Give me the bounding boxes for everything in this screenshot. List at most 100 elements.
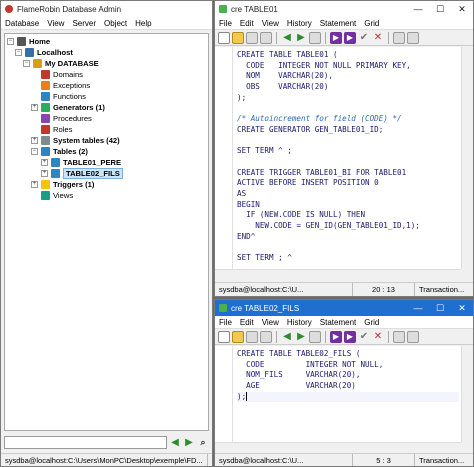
expand-icon[interactable]: + [31, 181, 38, 188]
history-icon[interactable] [309, 330, 321, 343]
new-file-icon[interactable] [218, 31, 230, 44]
code-line: AGE VARCHAR(20) [237, 381, 356, 391]
menu-edit[interactable]: Edit [240, 318, 254, 327]
collapse-icon[interactable]: − [7, 38, 14, 45]
tree-search-input[interactable] [4, 436, 167, 449]
grid-icon[interactable] [393, 330, 405, 343]
tree-table02-fils[interactable]: + TABLE02_FILS [41, 168, 123, 179]
menu-object[interactable]: Object [104, 19, 127, 28]
code-line: SET TERM ^ ; [237, 146, 292, 156]
execute-selection-icon[interactable]: ▶ [344, 330, 356, 343]
tree-exceptions[interactable]: Exceptions [41, 80, 90, 91]
tree-database[interactable]: − My DATABASE [23, 58, 99, 69]
collapse-icon[interactable]: − [15, 49, 22, 56]
expand-icon[interactable]: + [31, 137, 38, 144]
history-back-icon[interactable]: ◀ [281, 331, 293, 343]
tree-tables[interactable]: − Tables (2) [31, 146, 88, 157]
menu-statement[interactable]: Statement [320, 318, 356, 327]
collapse-icon[interactable]: − [23, 60, 30, 67]
save-icon[interactable] [246, 330, 258, 343]
maximize-icon[interactable]: ☐ [429, 1, 451, 17]
menu-grid[interactable]: Grid [364, 318, 379, 327]
commit-icon[interactable]: ✔ [358, 32, 370, 44]
menu-file[interactable]: File [219, 318, 232, 327]
minimize-icon[interactable]: — [407, 300, 429, 316]
history-forward-icon[interactable]: ▶ [295, 32, 307, 44]
history-forward-icon[interactable]: ▶ [295, 331, 307, 343]
maximize-icon[interactable]: ☐ [429, 300, 451, 316]
exceptions-icon [41, 81, 50, 90]
minimize-icon[interactable]: — [407, 1, 429, 17]
expand-icon[interactable]: + [41, 170, 48, 177]
save-icon[interactable] [246, 31, 258, 44]
tree-functions[interactable]: Functions [41, 91, 86, 102]
code-line: CREATE TABLE TABLE01 ( [237, 50, 338, 59]
open-folder-icon[interactable] [232, 330, 244, 343]
tree-procedures[interactable]: Procedures [41, 113, 92, 124]
tree-home[interactable]: − Home [7, 36, 50, 47]
tree-system-tables[interactable]: + System tables (42) [31, 135, 120, 146]
sql-editor-icon [219, 5, 227, 13]
code-line: END^ [237, 231, 256, 241]
menu-help[interactable]: Help [135, 19, 151, 28]
expand-icon[interactable]: + [41, 159, 48, 166]
close-icon[interactable]: ✕ [451, 300, 473, 316]
close-icon[interactable]: ✕ [451, 1, 473, 17]
menu-view[interactable]: View [262, 318, 279, 327]
triggers-icon [41, 180, 50, 189]
commit-icon[interactable]: ✔ [358, 331, 370, 343]
tree-table01-pere[interactable]: + TABLE01_PERE [41, 157, 121, 168]
open-folder-icon[interactable] [232, 31, 244, 44]
export-icon[interactable] [407, 31, 419, 44]
menu-server[interactable]: Server [72, 19, 96, 28]
history-back-icon[interactable]: ◀ [281, 32, 293, 44]
new-file-icon[interactable] [218, 330, 230, 343]
editor2-vertical-scrollbar[interactable] [461, 346, 473, 442]
editor2-horizontal-scrollbar[interactable] [215, 442, 461, 453]
menu-edit[interactable]: Edit [240, 19, 254, 28]
menu-statement[interactable]: Statement [320, 19, 356, 28]
roles-icon [41, 125, 50, 134]
table-icon [41, 136, 50, 145]
expand-icon[interactable]: + [31, 104, 38, 111]
menu-view[interactable]: View [262, 19, 279, 28]
export-icon[interactable] [407, 330, 419, 343]
execute-icon[interactable]: ▶ [330, 330, 342, 343]
sql-editor-2[interactable]: CREATE TABLE TABLE02_FILS ( CODE INTEGER… [215, 346, 461, 442]
search-advanced-icon[interactable]: ⌕ [197, 437, 209, 449]
code-line: NOM_FILS VARCHAR(20), [237, 370, 361, 380]
rollback-icon[interactable]: ✕ [372, 331, 384, 343]
rollback-icon[interactable]: ✕ [372, 32, 384, 44]
editor1-vertical-scrollbar[interactable] [461, 47, 473, 269]
save-as-icon[interactable] [260, 330, 272, 343]
code-line: NOM VARCHAR(20), [237, 71, 334, 81]
menu-database[interactable]: Database [5, 19, 39, 28]
save-as-icon[interactable] [260, 31, 272, 44]
editor1-horizontal-scrollbar[interactable] [215, 269, 461, 280]
grid-icon[interactable] [393, 31, 405, 44]
editor-gutter [215, 346, 233, 442]
menu-view[interactable]: View [47, 19, 64, 28]
menu-history[interactable]: History [287, 19, 312, 28]
tree-localhost[interactable]: − Localhost [15, 47, 73, 58]
toolbar-separator [388, 330, 389, 343]
menu-history[interactable]: History [287, 318, 312, 327]
menu-file[interactable]: File [219, 19, 232, 28]
search-next-icon[interactable]: ▶ [183, 437, 195, 449]
history-icon[interactable] [309, 31, 321, 44]
search-previous-icon[interactable]: ◀ [169, 437, 181, 449]
tree-roles[interactable]: Roles [41, 124, 72, 135]
collapse-icon[interactable]: − [31, 148, 38, 155]
execute-icon[interactable]: ▶ [330, 31, 342, 44]
connection-status: sysdba@localhost:C:\U... [215, 283, 353, 296]
tree-triggers[interactable]: + Triggers (1) [31, 179, 94, 190]
execute-selection-icon[interactable]: ▶ [344, 31, 356, 44]
sql-editor-1[interactable]: CREATE TABLE TABLE01 ( CODE INTEGER NOT … [215, 47, 461, 269]
editor2-title: cre TABLE02_FILS [231, 303, 300, 313]
tree-views[interactable]: Views [41, 190, 73, 201]
tree-domains[interactable]: Domains [41, 69, 83, 80]
code-line: CREATE GENERATOR GEN_TABLE01_ID; [237, 124, 384, 134]
tree-generators[interactable]: + Generators (1) [31, 102, 105, 113]
toolbar-separator [276, 31, 277, 44]
menu-grid[interactable]: Grid [364, 19, 379, 28]
